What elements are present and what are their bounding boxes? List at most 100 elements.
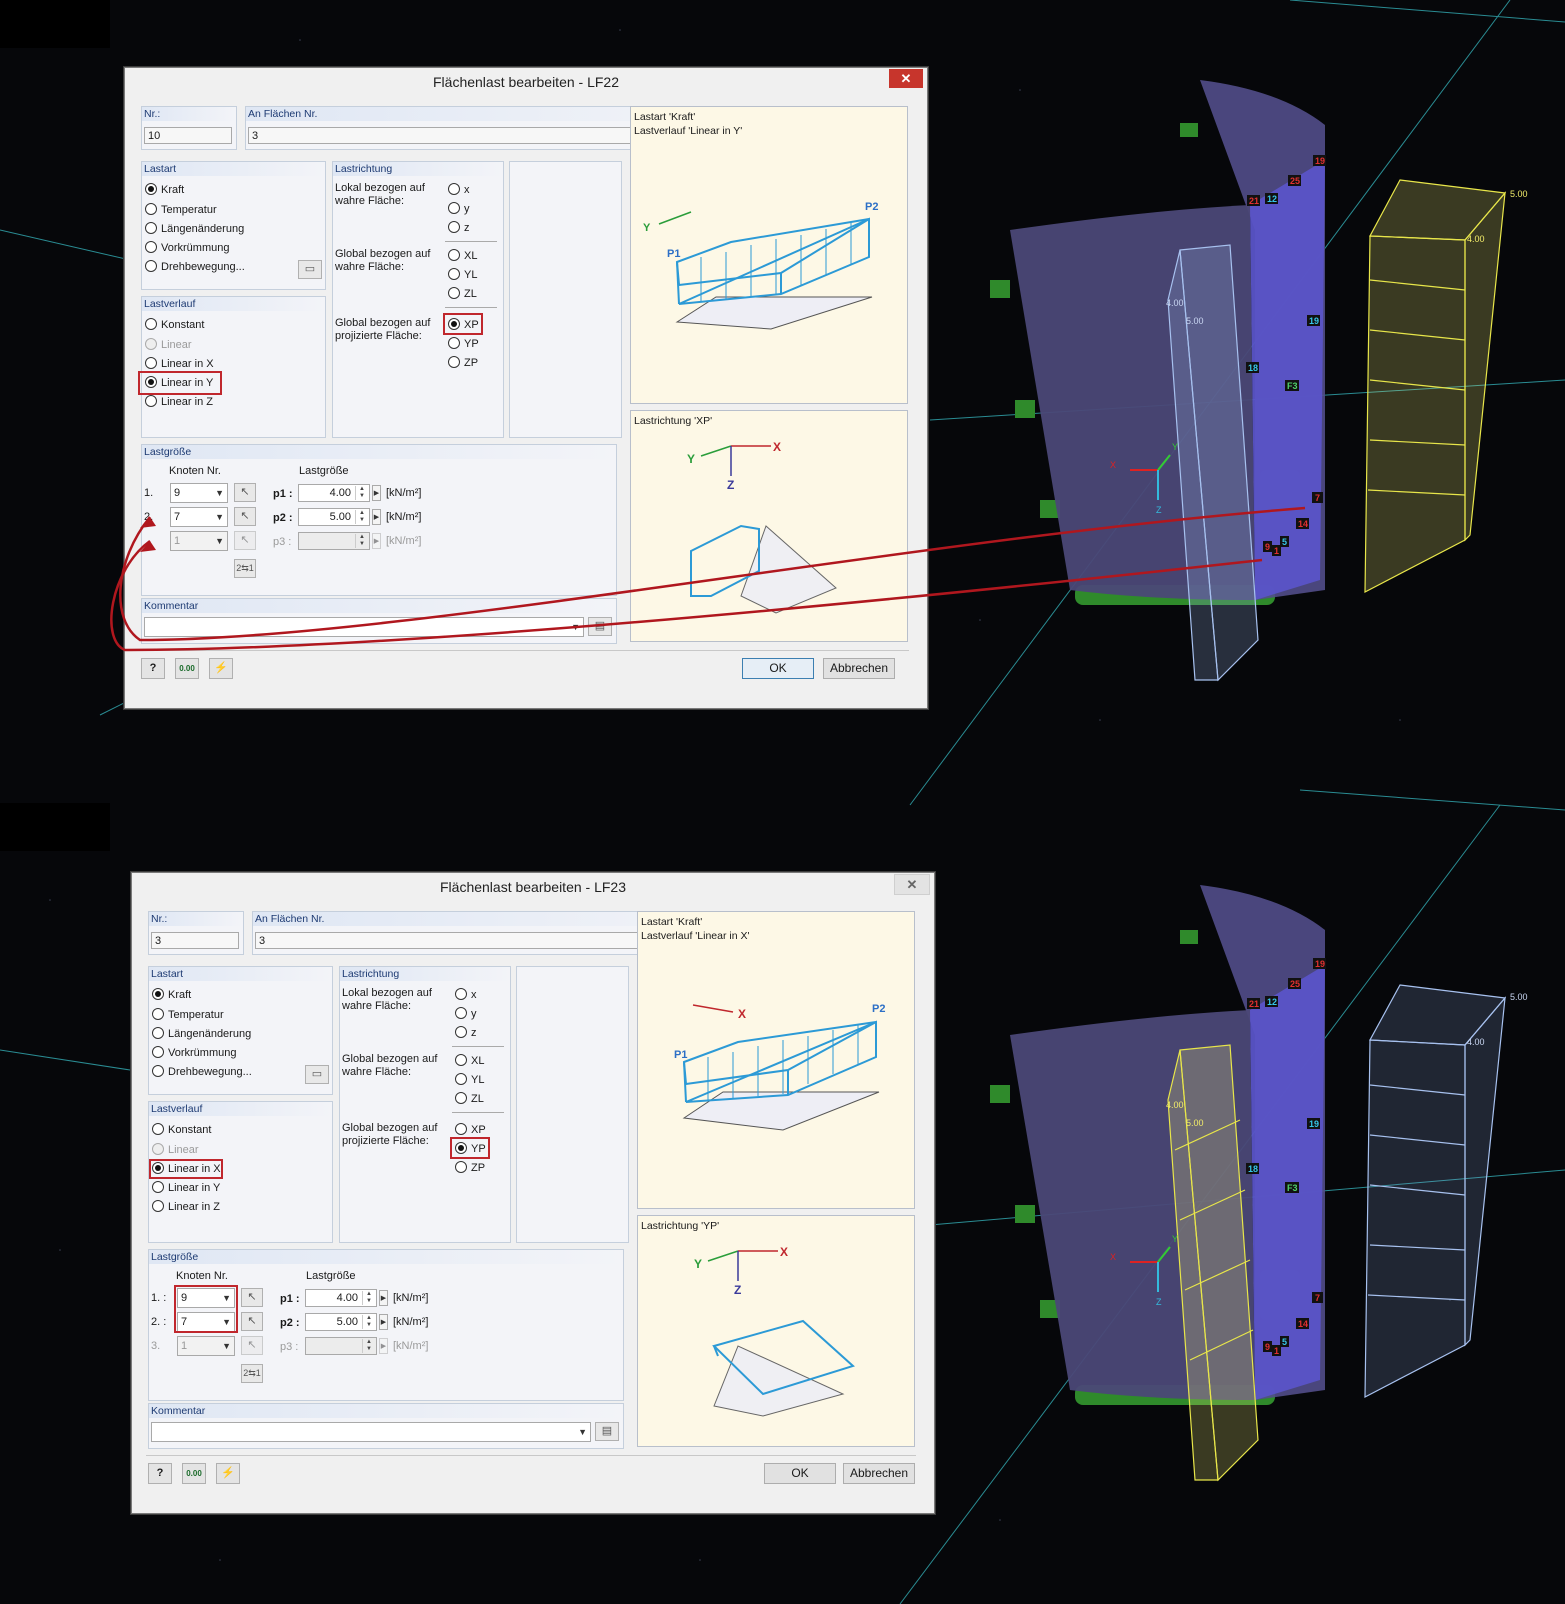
radio-dir-zp[interactable]: ZP: [455, 1160, 485, 1176]
svg-text:P2: P2: [872, 1003, 885, 1015]
radio-dir-yp[interactable]: YP: [448, 336, 479, 352]
svg-text:Y: Y: [694, 1257, 702, 1271]
cancel-button[interactable]: Abbrechen: [843, 1463, 915, 1484]
radio-label: Kraft: [168, 989, 192, 1001]
radio-laengenaenderung[interactable]: Längenänderung: [145, 221, 244, 237]
help-icon[interactable]: ?: [148, 1463, 172, 1484]
radio-drehbewegung[interactable]: Drehbewegung...: [152, 1064, 252, 1080]
load-value-1[interactable]: 4.00 ▲ ▼: [298, 484, 370, 502]
radio-dir-z[interactable]: z: [448, 220, 470, 236]
pick-node-icon[interactable]: ↖: [241, 1288, 263, 1307]
load-generator-icon[interactable]: ⚡: [216, 1463, 240, 1484]
radio-dir-xl[interactable]: XL: [455, 1053, 484, 1069]
empty-panel: [509, 161, 622, 438]
spinner-icon[interactable]: ▲ ▼: [355, 510, 368, 524]
radio-label: Temperatur: [168, 1009, 224, 1021]
radio-dir-zl[interactable]: ZL: [455, 1091, 484, 1107]
help-icon[interactable]: ?: [141, 658, 165, 679]
value-calculator-icon[interactable]: 0.00: [182, 1463, 206, 1484]
radio-laengenaenderung[interactable]: Längenänderung: [152, 1026, 251, 1042]
spinner-icon[interactable]: ▲ ▼: [362, 1315, 375, 1329]
nr-label: Nr.:: [149, 912, 243, 926]
rotation-settings-icon[interactable]: ▭: [298, 260, 322, 279]
radio-dir-yl[interactable]: YL: [448, 267, 477, 283]
comment-library-icon[interactable]: ▤: [595, 1422, 619, 1441]
arrow-right-icon[interactable]: ▶: [379, 1314, 388, 1330]
spinner-icon[interactable]: ▲ ▼: [355, 486, 368, 500]
radio-konstant[interactable]: Konstant: [152, 1122, 211, 1138]
radio-icon: [145, 203, 157, 215]
radio-icon: [152, 1027, 164, 1039]
comment-library-icon[interactable]: ▤: [588, 617, 612, 636]
close-button[interactable]: ✕: [889, 69, 923, 88]
radio-dir-zp[interactable]: ZP: [448, 355, 478, 371]
nr-input[interactable]: 10: [144, 127, 232, 144]
load-value-2[interactable]: 5.00 ▲ ▼: [305, 1313, 377, 1331]
node-value: 1: [181, 1340, 188, 1352]
pick-node-icon[interactable]: ↖: [234, 483, 256, 502]
spinner-icon: ▲ ▼: [362, 1339, 375, 1353]
radio-kraft[interactable]: Kraft: [152, 987, 191, 1003]
direction-diagram-icon: X Y Z: [687, 440, 837, 614]
svg-text:18: 18: [1248, 363, 1258, 373]
arrow-right-icon: ▶: [372, 533, 381, 549]
close-button[interactable]: ✕: [894, 874, 930, 895]
load-value-1[interactable]: 4.00 ▲ ▼: [305, 1289, 377, 1307]
radio-kraft[interactable]: Kraft: [145, 182, 184, 198]
radio-label: ZP: [464, 357, 479, 369]
radio-label: Vorkrümmung: [168, 1047, 237, 1059]
radio-dir-x[interactable]: x: [455, 987, 477, 1003]
kommentar-group: Kommentar ▼ ▤: [148, 1403, 624, 1449]
radio-temperatur[interactable]: Temperatur: [145, 202, 217, 218]
arrow-right-icon[interactable]: ▶: [372, 509, 381, 525]
scene-top: 19 25 21 12 19 18 F3 7 14 9 1 5 5.00 4.0…: [990, 80, 1528, 682]
radio-dir-y[interactable]: y: [455, 1006, 477, 1022]
node-select-1[interactable]: 9 ▼: [170, 483, 228, 503]
ok-button[interactable]: OK: [764, 1463, 836, 1484]
radio-temperatur[interactable]: Temperatur: [152, 1007, 224, 1023]
radio-label: Drehbewegung...: [161, 261, 245, 273]
swap-nodes-icon[interactable]: 2⇆1: [241, 1364, 263, 1383]
svg-text:Y: Y: [643, 222, 651, 234]
radio-linear-z[interactable]: Linear in Z: [152, 1199, 220, 1215]
svg-text:5.00: 5.00: [1186, 1118, 1204, 1128]
rotation-settings-icon[interactable]: ▭: [305, 1065, 329, 1084]
radio-linear-z[interactable]: Linear in Z: [145, 394, 213, 410]
value-calculator-icon[interactable]: 0.00: [175, 658, 199, 679]
nr-input[interactable]: 3: [151, 932, 239, 949]
load-generator-icon[interactable]: ⚡: [209, 658, 233, 679]
radio-icon: [152, 1181, 164, 1193]
cancel-button[interactable]: Abbrechen: [823, 658, 895, 679]
svg-text:X: X: [1110, 1252, 1116, 1262]
radio-linear-x[interactable]: Linear in X: [145, 356, 214, 372]
radio-dir-xl[interactable]: XL: [448, 248, 477, 264]
radio-dir-zl[interactable]: ZL: [448, 286, 477, 302]
chevron-down-icon: ▼: [215, 488, 224, 498]
radio-dir-y[interactable]: y: [448, 201, 470, 217]
kommentar-input[interactable]: ▼: [151, 1422, 591, 1442]
radio-dir-z[interactable]: z: [455, 1025, 477, 1041]
swap-nodes-icon[interactable]: 2⇆1: [234, 559, 256, 578]
radio-konstant[interactable]: Konstant: [145, 317, 204, 333]
load-value-2[interactable]: 5.00 ▲ ▼: [298, 508, 370, 526]
radio-vorkruemmung[interactable]: Vorkrümmung: [152, 1045, 236, 1061]
radio-linear-y[interactable]: Linear in Y: [152, 1180, 220, 1196]
node-select-2[interactable]: 7 ▼: [170, 507, 228, 527]
radio-dir-x[interactable]: x: [448, 182, 470, 198]
unit-label: [kN/m²]: [393, 1340, 429, 1352]
black-block: [0, 0, 110, 48]
spinner-icon: ▲ ▼: [355, 534, 368, 548]
arrow-right-icon[interactable]: ▶: [372, 485, 381, 501]
kommentar-input[interactable]: ▼: [144, 617, 584, 637]
arrow-right-icon[interactable]: ▶: [379, 1290, 388, 1306]
spinner-icon[interactable]: ▲ ▼: [362, 1291, 375, 1305]
arrow-right-icon: ▶: [379, 1338, 388, 1354]
radio-label: ZL: [471, 1093, 484, 1105]
radio-vorkruemmung[interactable]: Vorkrümmung: [145, 240, 229, 256]
pick-node-icon[interactable]: ↖: [234, 507, 256, 526]
radio-dir-yl[interactable]: YL: [455, 1072, 484, 1088]
radio-drehbewegung[interactable]: Drehbewegung...: [145, 259, 245, 275]
ok-button[interactable]: OK: [742, 658, 814, 679]
radio-dir-xp[interactable]: XP: [455, 1122, 486, 1138]
pick-node-icon[interactable]: ↖: [241, 1312, 263, 1331]
